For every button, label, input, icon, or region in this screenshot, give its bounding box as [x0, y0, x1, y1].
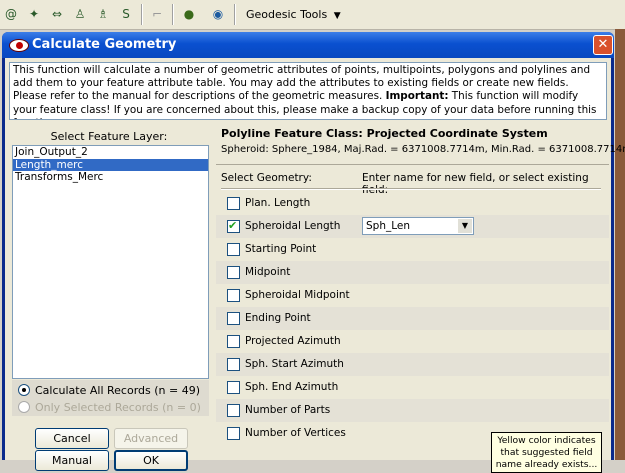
checkbox[interactable] — [227, 335, 240, 348]
toolbar-separator — [172, 4, 174, 25]
checkbox[interactable] — [227, 358, 240, 371]
close-button[interactable]: ✕ — [593, 35, 613, 55]
geometry-row: Starting Point — [216, 238, 609, 261]
dialog-title: Calculate Geometry — [32, 37, 177, 52]
manual-button[interactable]: Manual — [35, 450, 109, 471]
ok-button[interactable]: OK — [114, 450, 188, 471]
geometry-row: Sph. End Azimuth — [216, 376, 609, 399]
calculate-geometry-dialog: Calculate Geometry ✕ This function will … — [2, 32, 625, 473]
world-icon[interactable]: ◉ — [209, 5, 227, 23]
field-name-value: Sph_Len — [366, 220, 411, 232]
person-plus-icon[interactable]: ♗ — [94, 5, 112, 23]
yellow-color-note: Yellow color indicates that suggested fi… — [491, 432, 602, 473]
cancel-button[interactable]: Cancel — [35, 428, 109, 449]
dialog-body: This function will calculate a number of… — [5, 58, 625, 473]
only-selected-label: Only Selected Records (n = 0) — [35, 400, 201, 414]
layer-item[interactable]: Transforms_Merc — [13, 171, 208, 184]
geometry-row: Spheroidal Midpoint — [216, 284, 609, 307]
geometry-label: Spheroidal Midpoint — [245, 289, 350, 301]
checkbox[interactable] — [227, 266, 240, 279]
layer-item[interactable]: Join_Output_2 — [13, 146, 208, 159]
advanced-button: Advanced — [114, 428, 188, 449]
person-icon[interactable]: ♙ — [71, 5, 89, 23]
checkbox[interactable] — [227, 381, 240, 394]
geometry-row: Sph. Start Azimuth — [216, 353, 609, 376]
eye-icon — [9, 39, 29, 52]
geometry-row: Ending Point — [216, 307, 609, 330]
geometry-label: Ending Point — [245, 312, 311, 324]
feature-class-info: Polyline Feature Class: Projected Coordi… — [216, 124, 625, 165]
checkbox[interactable] — [227, 243, 240, 256]
radio-button-disabled — [18, 401, 30, 413]
feature-class-title: Polyline Feature Class: Projected Coordi… — [221, 127, 548, 140]
geodesic-tools-label: Geodesic Tools — [246, 8, 328, 21]
chart-icon[interactable]: ⌐ — [148, 5, 166, 23]
checkbox[interactable] — [227, 289, 240, 302]
spiral-icon[interactable]: @ — [2, 5, 20, 23]
dialog-titlebar[interactable]: Calculate Geometry ✕ — [2, 32, 614, 58]
left-panel: Select Feature Layer: Join_Output_2 Leng… — [9, 124, 209, 471]
checkbox-checked[interactable] — [227, 219, 240, 233]
geometry-label: Plan. Length — [245, 197, 311, 209]
toolbar-separator — [141, 4, 143, 25]
intro-text: This function will calculate a number of… — [9, 62, 607, 120]
geodesic-tools-menu[interactable]: Geodesic Tools ▼ — [240, 5, 347, 25]
chevron-down-icon: ▼ — [333, 11, 341, 21]
geometry-label: Spheroidal Length — [245, 220, 341, 232]
select-feature-layer-label: Select Feature Layer: — [50, 130, 168, 143]
wand-icon[interactable]: ✦ — [25, 5, 43, 23]
toolbar: @ ✦ ⇔ ♙ ♗ S ⌐ ● ◉ Geodesic Tools ▼ — [0, 0, 625, 30]
globe-icon[interactable]: ● — [180, 5, 198, 23]
checkbox[interactable] — [227, 312, 240, 325]
record-scope-group: Calculate All Records (n = 49) Only Sele… — [12, 380, 209, 416]
checkbox[interactable] — [227, 404, 240, 417]
geometry-label: Number of Vertices — [245, 427, 346, 439]
calculate-all-option[interactable]: Calculate All Records (n = 49) — [18, 382, 200, 398]
checkbox[interactable] — [227, 197, 240, 210]
only-selected-option: Only Selected Records (n = 0) — [18, 399, 201, 415]
spheroid-info: Spheroid: Sphere_1984, Maj.Rad. = 637100… — [221, 144, 625, 155]
background-window — [615, 29, 625, 460]
radio-button-checked[interactable] — [18, 384, 30, 396]
geometry-label: Number of Parts — [245, 404, 331, 416]
layer-item-selected[interactable]: Length_merc — [13, 158, 208, 171]
right-panel: Polyline Feature Class: Projected Coordi… — [216, 124, 625, 473]
field-name-select[interactable]: Sph_Len ▼ — [362, 217, 474, 235]
geometry-row: Projected Azimuth — [216, 330, 609, 353]
geometry-label: Projected Azimuth — [245, 335, 341, 347]
divider — [221, 188, 601, 190]
chevron-down-icon[interactable]: ▼ — [458, 219, 472, 233]
select-geometry-label: Select Geometry: — [221, 172, 312, 184]
geometry-row: Number of Parts — [216, 399, 609, 422]
toolbar-separator — [234, 4, 236, 25]
geometry-label: Sph. End Azimuth — [245, 381, 339, 393]
geometry-row: Plan. Length — [216, 192, 609, 215]
feature-layer-list[interactable]: Join_Output_2 Length_merc Transforms_Mer… — [12, 145, 209, 379]
calculate-all-label: Calculate All Records (n = 49) — [35, 383, 200, 397]
arrows-icon[interactable]: ⇔ — [48, 5, 66, 23]
geometry-label: Midpoint — [245, 266, 291, 278]
geometry-label: Starting Point — [245, 243, 317, 255]
strike-s-icon[interactable]: S — [117, 5, 135, 23]
geometry-selection-area: Select Geometry: Enter name for new fiel… — [216, 167, 609, 473]
geometry-row: Spheroidal Length Sph_Len ▼ — [216, 215, 609, 238]
intro-important: Important: — [385, 90, 449, 103]
checkbox[interactable] — [227, 427, 240, 440]
geometry-row: Midpoint — [216, 261, 609, 284]
geometry-label: Sph. Start Azimuth — [245, 358, 344, 370]
